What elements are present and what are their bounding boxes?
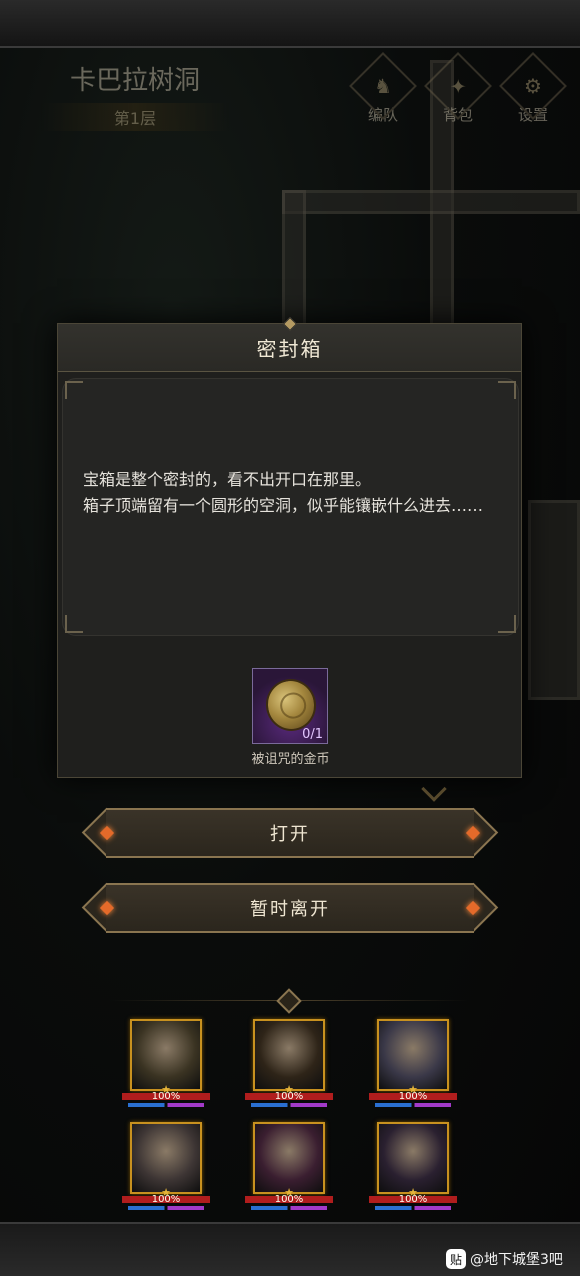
corner-ornament	[65, 381, 83, 399]
dungeon-corridor	[282, 190, 306, 330]
mp-bar	[251, 1103, 327, 1107]
party-member-1[interactable]: ★ 100%	[122, 1019, 210, 1111]
map-floor: 第1层	[40, 103, 230, 131]
dungeon-corridor	[282, 190, 580, 214]
hp-text: 100%	[274, 1091, 304, 1102]
required-item-name: 被诅咒的金币	[251, 752, 330, 767]
divider	[110, 1000, 280, 1001]
mp-bar	[375, 1103, 451, 1107]
hp-text: 100%	[151, 1091, 181, 1102]
leave-button[interactable]: 暂时离开	[81, 882, 499, 933]
corner-ornament	[65, 615, 83, 633]
dialog-title: 密封箱	[256, 337, 323, 361]
party-member-2[interactable]: ★ 100%	[245, 1019, 333, 1111]
backpack-button[interactable]: ✦ 背包	[424, 52, 492, 125]
corner-ornament	[498, 381, 516, 399]
open-button[interactable]: 打开	[81, 807, 499, 858]
divider	[298, 1000, 468, 1001]
mp-bar	[251, 1206, 327, 1210]
party-member-4[interactable]: ★ 100%	[122, 1122, 210, 1214]
mp-bar	[128, 1103, 204, 1107]
watermark: 贴 @地下城堡3吧	[446, 1249, 563, 1269]
hero-portrait	[130, 1122, 202, 1194]
leave-button-label: 暂时离开	[250, 899, 330, 920]
hero-portrait	[253, 1122, 325, 1194]
party-member-3[interactable]: ★ 100%	[369, 1019, 457, 1111]
hp-text: 100%	[398, 1194, 428, 1205]
dialog-header: 密封箱	[58, 316, 521, 372]
item-count: 0/1	[302, 727, 323, 742]
open-button-label: 打开	[270, 824, 310, 845]
hp-text: 100%	[398, 1091, 428, 1102]
hp-text: 100%	[151, 1194, 181, 1205]
hero-portrait	[377, 1122, 449, 1194]
map-title: 卡巴拉树洞 第1层	[40, 60, 230, 131]
hero-portrait	[253, 1019, 325, 1091]
dungeon-corridor	[528, 500, 580, 700]
tieba-logo-icon: 贴	[446, 1249, 466, 1269]
top-frame	[0, 0, 580, 48]
corner-ornament	[498, 615, 516, 633]
party-member-5[interactable]: ★ 100%	[245, 1122, 333, 1214]
team-button[interactable]: ♞ 编队	[349, 52, 417, 125]
mp-bar	[128, 1206, 204, 1210]
hero-portrait	[377, 1019, 449, 1091]
mp-bar	[375, 1206, 451, 1210]
settings-button[interactable]: ⚙ 设置	[499, 52, 567, 125]
watermark-text: @地下城堡3吧	[470, 1252, 563, 1268]
map-name: 卡巴拉树洞	[69, 66, 200, 96]
party-member-6[interactable]: ★ 100%	[369, 1122, 457, 1214]
sealed-chest-dialog: 密封箱 宝箱是整个密封的，看不出开口在那里。 箱子顶端留有一个圆形的空洞，似乎能…	[57, 316, 522, 778]
dialog-description-panel: 宝箱是整个密封的，看不出开口在那里。 箱子顶端留有一个圆形的空洞，似乎能镶嵌什么…	[62, 378, 519, 636]
dialog-description: 宝箱是整个密封的，看不出开口在那里。 箱子顶端留有一个圆形的空洞，似乎能镶嵌什么…	[83, 470, 484, 515]
required-item-slot[interactable]: 0/1	[252, 668, 328, 744]
hero-portrait	[130, 1019, 202, 1091]
hp-text: 100%	[274, 1194, 304, 1205]
